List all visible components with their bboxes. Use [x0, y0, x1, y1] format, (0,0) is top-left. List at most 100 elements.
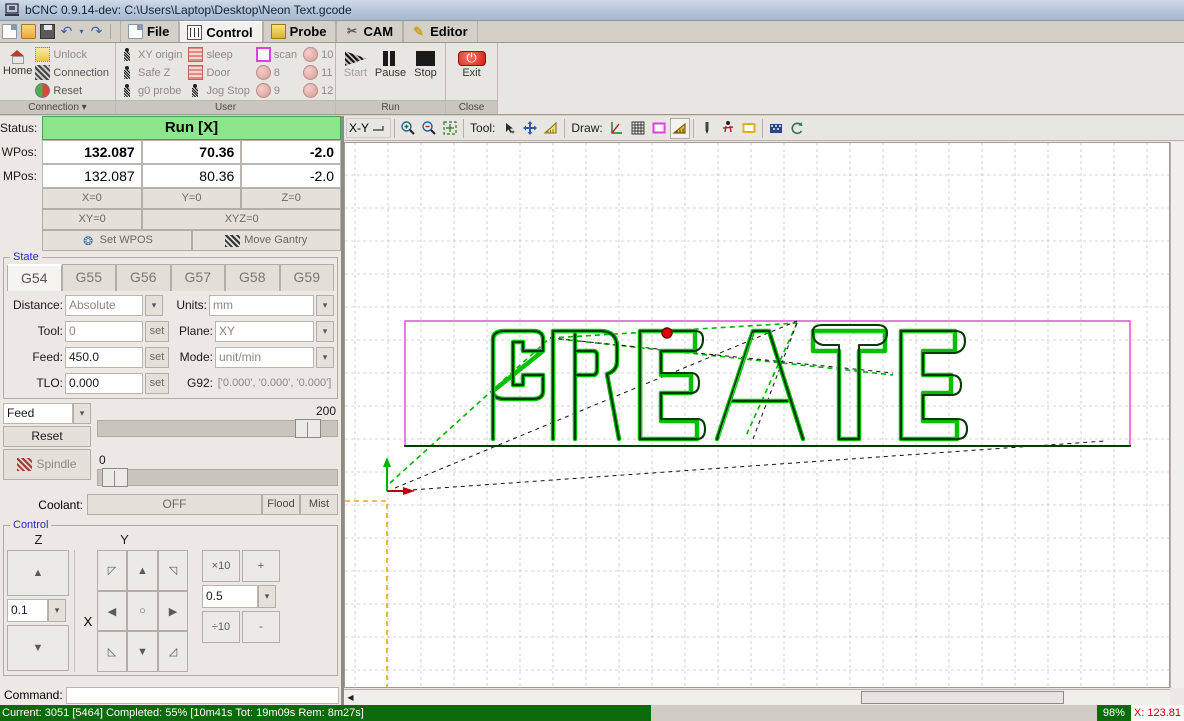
spindle-button[interactable]: Spindle [3, 449, 91, 480]
coolant-mist-button[interactable]: Mist [300, 494, 338, 515]
select-tool-icon[interactable] [499, 117, 520, 139]
reset-view-icon[interactable] [786, 117, 807, 139]
distance-dropdown-icon[interactable]: ▾ [145, 294, 163, 316]
feed-override-slider[interactable]: 200 [97, 404, 338, 441]
override-reset-button[interactable]: Reset [3, 426, 91, 447]
stop-button[interactable]: Stop [408, 49, 443, 79]
plane-dropdown-icon[interactable]: ▾ [316, 320, 334, 342]
user-button-door[interactable]: Door [186, 64, 253, 81]
jog-x-right-button[interactable]: ▶ [158, 591, 188, 631]
user-button-8[interactable]: 8 [254, 64, 301, 81]
tab-probe[interactable]: Probe [262, 21, 337, 42]
jog-z-up-button[interactable]: ▲ [7, 550, 69, 596]
canvas-vertical-scrollbar[interactable] [1170, 142, 1184, 688]
pause-button[interactable]: Pause [373, 49, 408, 79]
gcode-canvas[interactable] [344, 142, 1170, 688]
spindle-slider-track[interactable] [97, 469, 338, 486]
ruler-scale-icon[interactable] [669, 117, 690, 139]
zoom-in-icon[interactable] [398, 117, 419, 139]
h-scroll-track[interactable] [357, 690, 1170, 705]
paths-icon[interactable] [717, 117, 738, 139]
zero-xyz-button[interactable]: XYZ=0 [142, 209, 341, 230]
user-button-xy-origin[interactable]: XY origin [118, 46, 186, 63]
wpos-y-value[interactable]: 70.36 [141, 140, 242, 164]
workarea-icon[interactable] [738, 117, 759, 139]
zero-xy-button[interactable]: XY=0 [42, 209, 143, 230]
jog-xy-down-left-button[interactable]: ◺ [97, 631, 127, 672]
user-button-12[interactable]: 12 [301, 82, 337, 99]
tab-editor[interactable]: ✎ Editor [403, 21, 478, 42]
tab-file[interactable]: File [120, 21, 180, 42]
units-value[interactable]: mm [209, 294, 314, 316]
tab-g54[interactable]: G54 [7, 264, 62, 291]
wpos-x-value[interactable]: 132.087 [42, 140, 142, 164]
axes-icon[interactable] [606, 117, 627, 139]
undo-icon[interactable]: ↶ [57, 21, 76, 42]
user-button-jog-stop[interactable]: Jog Stop [186, 82, 253, 99]
plane-value[interactable]: XY [215, 320, 314, 342]
home-button[interactable]: Home [2, 46, 33, 77]
tool-set-button[interactable]: set [145, 320, 169, 342]
spindle-override-slider[interactable]: 0 [97, 453, 338, 490]
zero-y-button[interactable]: Y=0 [141, 188, 242, 209]
xy-step-value[interactable]: 0.5 [202, 585, 258, 608]
zoom-fit-icon[interactable] [440, 117, 461, 139]
command-input[interactable] [65, 686, 339, 704]
step-minus-button[interactable]: - [242, 611, 280, 643]
jog-y-down-button[interactable]: ▼ [127, 631, 158, 672]
tlo-set-button[interactable]: set [145, 372, 169, 394]
user-button-10[interactable]: 10 [301, 46, 337, 63]
wpos-z-value[interactable]: -2.0 [241, 140, 341, 164]
units-dropdown-icon[interactable]: ▾ [316, 294, 334, 316]
mode-dropdown-icon[interactable]: ▾ [316, 346, 334, 368]
jog-xy-down-right-button[interactable]: ◿ [158, 631, 188, 672]
z-step-selector[interactable]: 0.1 ▾ [7, 599, 69, 622]
zero-z-button[interactable]: Z=0 [241, 188, 341, 209]
override-dropdown-icon[interactable]: ▾ [73, 403, 91, 424]
connection-group-label[interactable]: Connection ▾ [0, 100, 115, 114]
step-divide-button[interactable]: ÷10 [202, 611, 240, 643]
unlock-button[interactable]: Unlock [33, 46, 113, 63]
override-selector[interactable]: Feed ▾ [3, 403, 91, 424]
jog-z-down-button[interactable]: ▼ [7, 625, 69, 671]
user-button-9[interactable]: 9 [254, 82, 301, 99]
xy-step-selector[interactable]: 0.5 ▾ [202, 585, 280, 608]
reset-button[interactable]: Reset [33, 82, 113, 99]
tool-value[interactable]: 0 [65, 320, 143, 342]
coolant-flood-button[interactable]: Flood [262, 494, 300, 515]
distance-value[interactable]: Absolute [65, 294, 143, 316]
feed-slider-thumb[interactable] [295, 419, 322, 438]
set-wpos-button[interactable]: ❂ Set WPOS [42, 230, 192, 251]
view-plane-selector[interactable]: X-Y [346, 118, 392, 138]
xy-step-dropdown-icon[interactable]: ▾ [258, 585, 276, 608]
grid-icon[interactable] [627, 117, 648, 139]
move-gantry-button[interactable]: Move Gantry [191, 230, 341, 251]
start-button[interactable]: Start [338, 49, 373, 79]
connection-button[interactable]: Connection [33, 64, 113, 81]
canvas-horizontal-scrollbar[interactable]: ◀ [344, 689, 1170, 705]
tab-g55[interactable]: G55 [61, 264, 116, 291]
new-file-icon[interactable] [0, 21, 19, 42]
user-button-sleep[interactable]: sleep [186, 46, 253, 63]
tlo-value[interactable]: 0.000 [65, 372, 143, 394]
camera-icon[interactable] [765, 117, 786, 139]
jog-xy-up-right-button[interactable]: ◹ [158, 550, 188, 591]
feed-value[interactable]: 450.0 [65, 346, 143, 368]
exit-button[interactable]: Exit [451, 49, 493, 79]
tab-cam[interactable]: ✂ CAM [336, 21, 404, 42]
jog-home-center-button[interactable]: ○ [127, 591, 158, 631]
tab-control[interactable]: Control [179, 21, 263, 42]
scroll-left-arrow-icon[interactable]: ◀ [344, 691, 357, 705]
open-file-icon[interactable] [19, 21, 38, 42]
step-multiply-button[interactable]: ×10 [202, 550, 240, 582]
feed-set-button[interactable]: set [145, 346, 169, 368]
h-scroll-thumb[interactable] [861, 690, 1065, 704]
tab-g59[interactable]: G59 [279, 264, 334, 291]
user-button-11[interactable]: 11 [301, 64, 337, 81]
tab-g56[interactable]: G56 [116, 264, 171, 291]
zero-x-button[interactable]: X=0 [42, 188, 142, 209]
redo-icon[interactable]: ↷ [87, 21, 106, 42]
user-button-g0-probe[interactable]: g0 probe [118, 82, 186, 99]
zoom-out-icon[interactable] [419, 117, 440, 139]
z-step-value[interactable]: 0.1 [7, 599, 48, 622]
